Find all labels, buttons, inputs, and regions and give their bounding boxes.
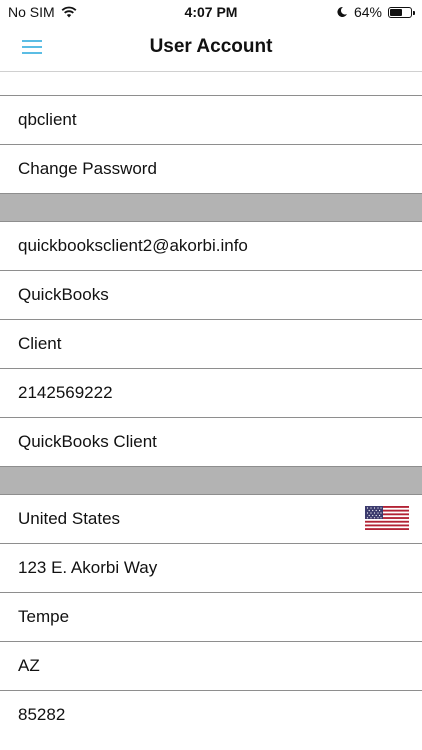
display-name-row[interactable]: QuickBooks Client <box>0 418 422 467</box>
first-name-value: QuickBooks <box>18 285 109 304</box>
state-row[interactable]: AZ <box>0 642 422 691</box>
page-title: User Account <box>149 36 273 57</box>
zip-value: 85282 <box>18 705 66 724</box>
us-flag-icon <box>365 506 409 530</box>
status-bar: No SIM 4:07 PM 64% <box>0 0 422 24</box>
username-value: qbclient <box>18 110 77 129</box>
state-value: AZ <box>18 656 40 675</box>
username-row: qbclient <box>0 96 422 145</box>
last-name-row[interactable]: Client <box>0 320 422 369</box>
phone-row[interactable]: 2142569222 <box>0 369 422 418</box>
battery-tip <box>413 10 415 15</box>
battery-icon <box>388 6 415 18</box>
nav-bar: User Account <box>0 24 422 72</box>
last-name-value: Client <box>18 334 62 353</box>
battery-fill <box>390 8 402 16</box>
account-list: qbclient Change Password quickbooksclien… <box>0 72 422 739</box>
change-password-label: Change Password <box>18 159 157 178</box>
phone-value: 2142569222 <box>18 383 113 402</box>
street-value: 123 E. Akorbi Way <box>18 558 158 577</box>
moon-icon <box>337 6 347 17</box>
city-value: Tempe <box>18 607 70 626</box>
street-row[interactable]: 123 E. Akorbi Way <box>0 544 422 593</box>
section-separator <box>0 467 422 495</box>
list-top-spacer <box>0 72 422 96</box>
first-name-row[interactable]: QuickBooks <box>0 271 422 320</box>
zip-row[interactable]: 85282 <box>0 691 422 739</box>
status-right: 64% <box>336 4 415 20</box>
email-row[interactable]: quickbooksclient2@akorbi.info <box>0 222 422 271</box>
city-row[interactable]: Tempe <box>0 593 422 642</box>
email-value: quickbooksclient2@akorbi.info <box>18 236 248 255</box>
battery-percent: 64% <box>353 4 382 20</box>
section-separator <box>0 194 422 222</box>
display-name-value: QuickBooks Client <box>18 432 157 451</box>
change-password-row[interactable]: Change Password <box>0 145 422 194</box>
country-value: United States <box>18 509 121 528</box>
country-row[interactable]: United States <box>0 495 422 544</box>
